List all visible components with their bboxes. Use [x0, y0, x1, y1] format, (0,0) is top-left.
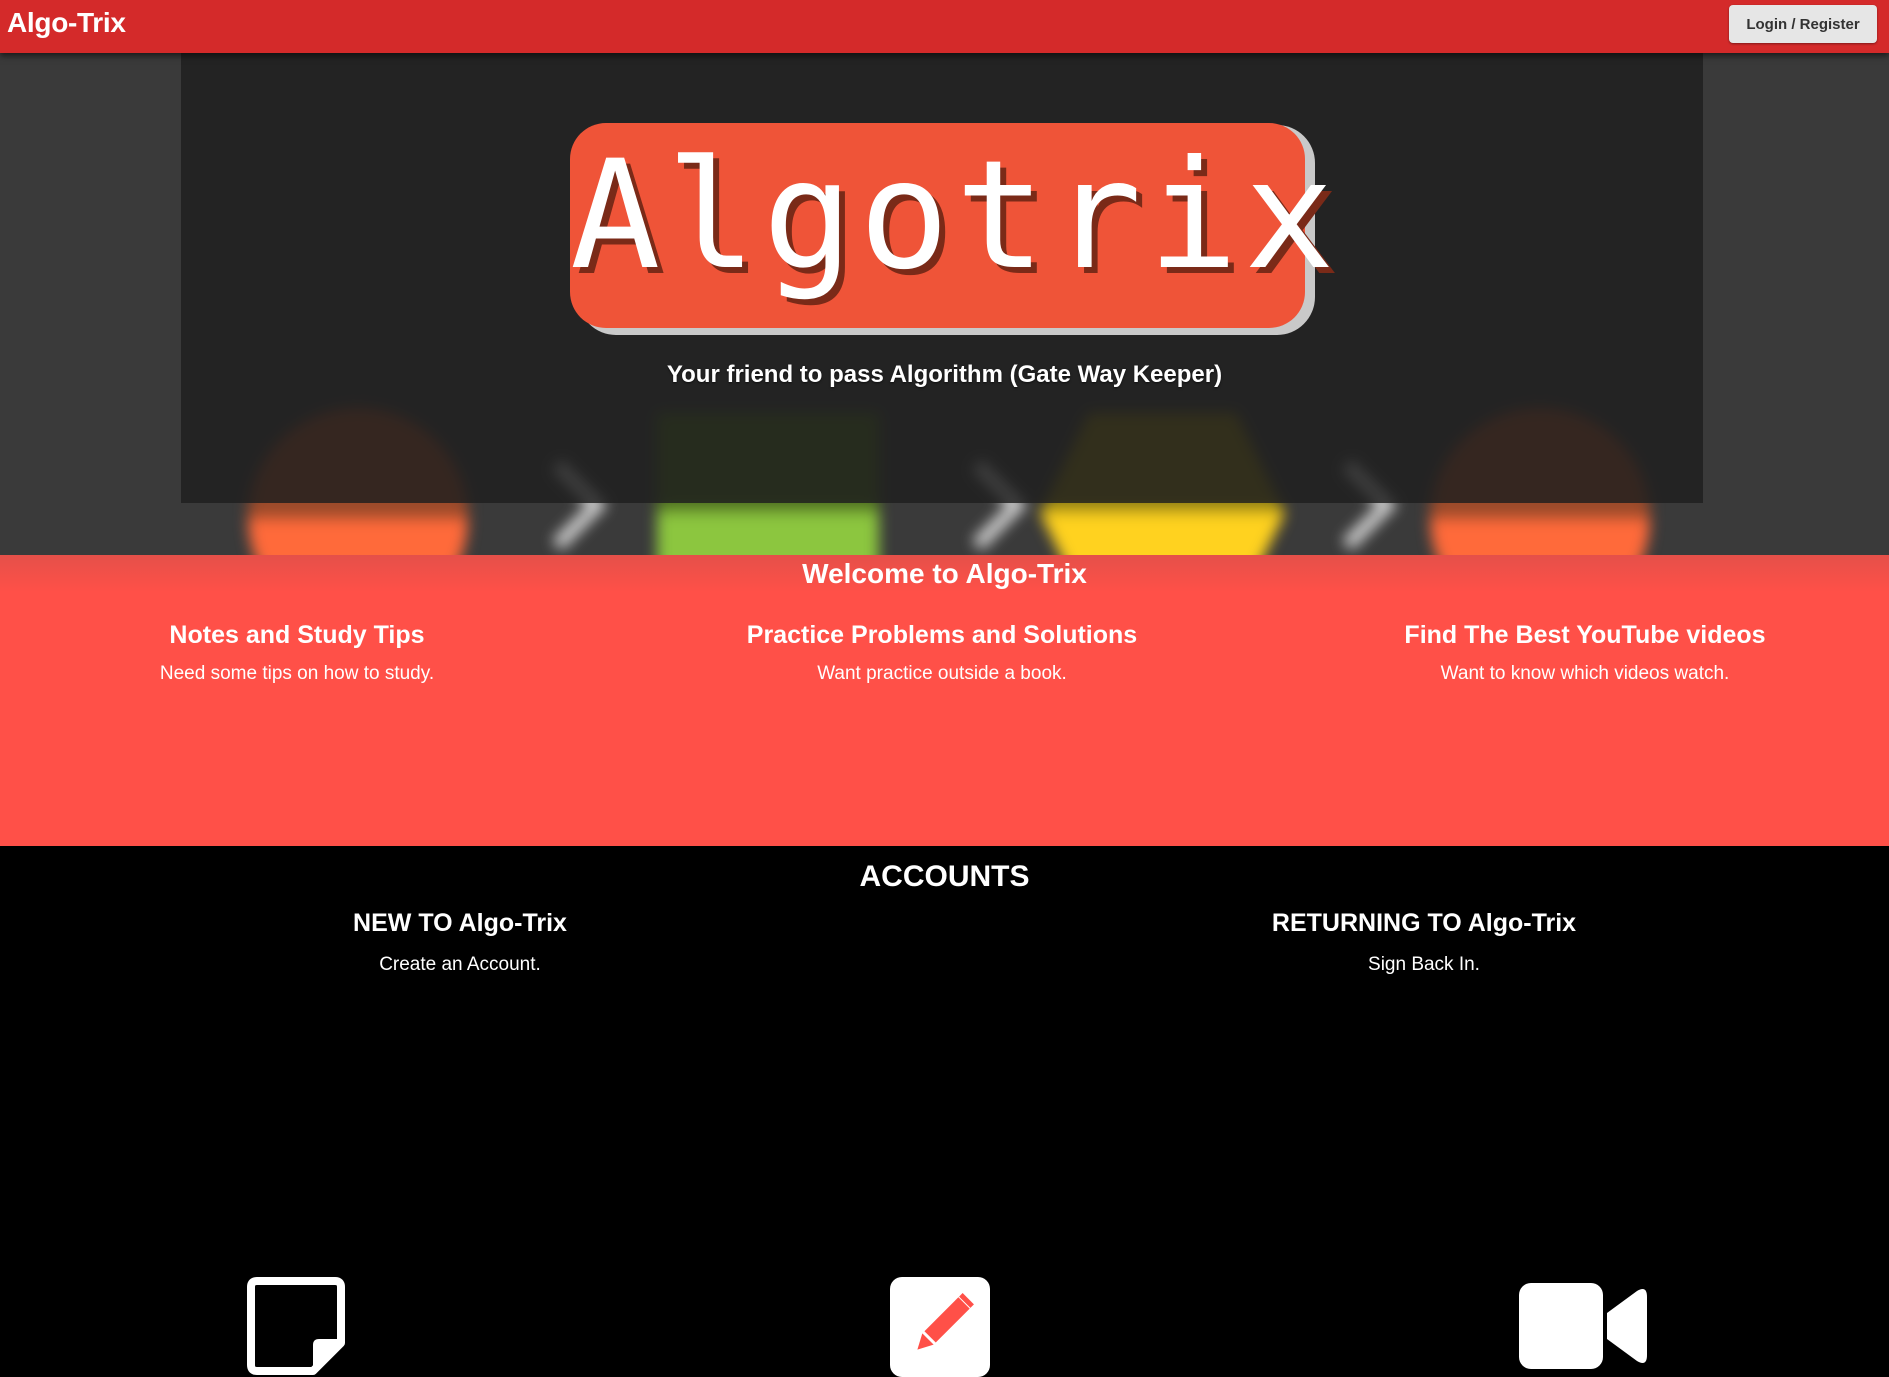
feature-practice: Practice Problems and Solutions Want pra…: [642, 620, 1242, 686]
algotrix-logo: Algotrix: [570, 123, 1341, 328]
new-account-column: NEW TO Algo-Trix Create an Account.: [110, 908, 810, 977]
returning-account-column: RETURNING TO Algo-Trix Sign Back In.: [1074, 908, 1774, 977]
feature-notes: Notes and Study Tips Need some tips on h…: [0, 620, 597, 686]
welcome-heading: Welcome to Algo-Trix: [0, 555, 1889, 592]
feature-videos: Find The Best YouTube videos Want to kno…: [1285, 620, 1885, 686]
hero-banner: Algotrix: [0, 53, 1889, 555]
video-camera-icon[interactable]: [1519, 1283, 1647, 1369]
hero-tagline: Your friend to pass Algorithm (Gate Way …: [666, 361, 1223, 388]
sign-in-link[interactable]: Sign Back In.: [1074, 953, 1774, 977]
feature-title[interactable]: Practice Problems and Solutions: [642, 620, 1242, 650]
login-register-button[interactable]: Login / Register: [1729, 5, 1877, 43]
accounts-section: ACCOUNTS NEW TO Algo-Trix Create an Acco…: [0, 846, 1889, 979]
logo-text: Algotrix: [570, 129, 1341, 303]
pencil-square-icon[interactable]: [890, 1277, 990, 1377]
sticky-note-icon[interactable]: [247, 1277, 345, 1375]
feature-description: Need some tips on how to study.: [159, 663, 435, 684]
features-section: Welcome to Algo-Trix Notes and Study Tip…: [0, 555, 1889, 1377]
brand-link[interactable]: Algo-Trix: [7, 7, 126, 39]
feature-title[interactable]: Notes and Study Tips: [0, 620, 597, 650]
feature-description: Want to know which videos watch.: [1440, 663, 1730, 684]
new-account-title: NEW TO Algo-Trix: [353, 909, 567, 937]
navbar: Algo-Trix Login / Register: [0, 0, 1889, 53]
feature-description: Want practice outside a book.: [817, 663, 1067, 684]
feature-title[interactable]: Find The Best YouTube videos: [1285, 620, 1885, 650]
create-account-link[interactable]: Create an Account.: [110, 953, 810, 977]
returning-account-title: RETURNING TO Algo-Trix: [1271, 909, 1577, 937]
accounts-heading: ACCOUNTS: [859, 860, 1030, 893]
